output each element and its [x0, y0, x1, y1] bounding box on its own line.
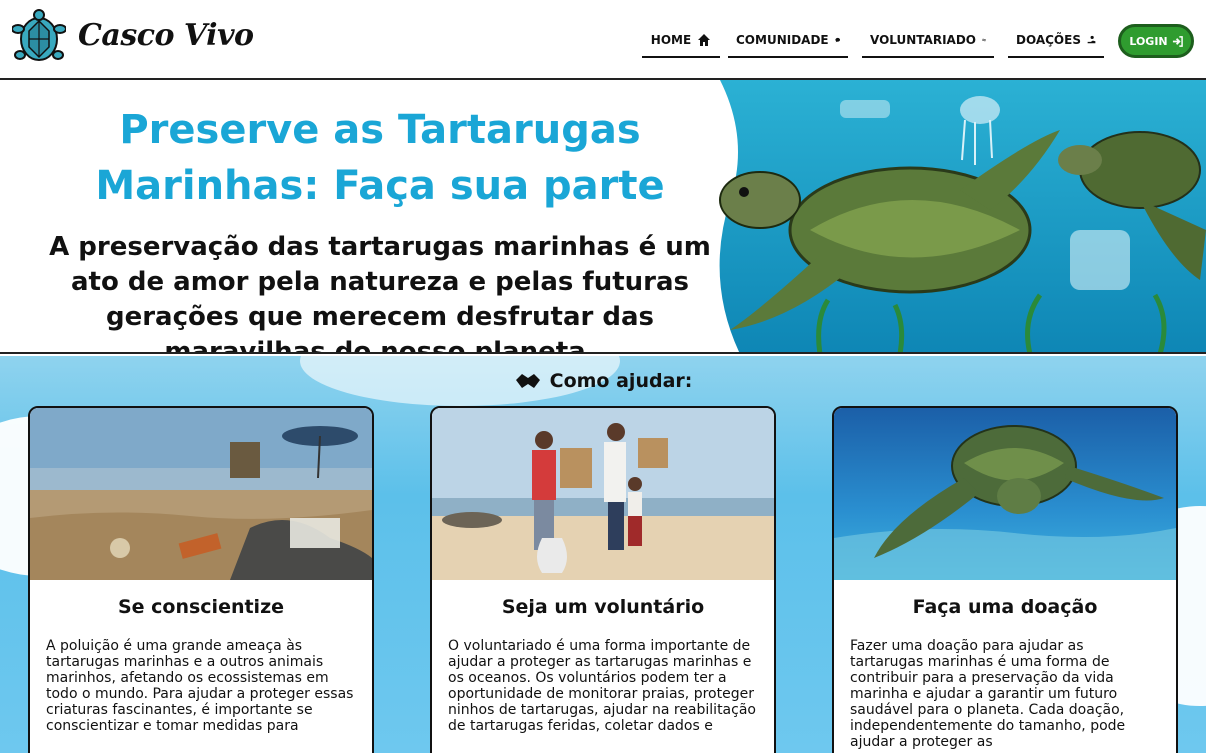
- nav-home-link[interactable]: HOME: [642, 24, 720, 58]
- nav-doacoes-label: DOAÇÕES: [1016, 33, 1081, 47]
- login-button[interactable]: LOGIN: [1118, 24, 1194, 58]
- brand-name[interactable]: Casco Vivo: [78, 18, 254, 53]
- turtle-logo-icon[interactable]: [12, 9, 66, 69]
- card-text: Fazer uma doação para ajudar as tartarug…: [850, 638, 1126, 750]
- volunteers-beach-photo: [432, 408, 774, 580]
- sea-turtle-underwater-photo: [834, 408, 1176, 580]
- card-text: A poluição é uma grande ameaça às tartar…: [46, 638, 354, 734]
- handshake-icon: [515, 374, 540, 388]
- login-label: LOGIN: [1129, 34, 1168, 48]
- donation-hand-icon: [1087, 35, 1096, 44]
- help-card-donation[interactable]: Faça uma doação Fazer uma doação para aj…: [832, 406, 1178, 753]
- card-text: O voluntariado é uma forma importante de…: [448, 638, 756, 734]
- hero-description: A preservação das tartarugas marinhas é …: [49, 232, 711, 354]
- card-title: Seja um voluntário: [501, 596, 705, 618]
- home-icon: [698, 34, 711, 46]
- how-to-help-title: Como ajudar:: [549, 370, 693, 392]
- help-card-awareness[interactable]: Se conscientize A poluição é uma grande …: [28, 406, 374, 753]
- polluted-beach-photo: [30, 408, 372, 580]
- nav-home-label: HOME: [650, 33, 692, 47]
- nav-voluntariado-label: VOLUNTARIADO: [870, 33, 976, 47]
- chat-bubble-icon: [834, 37, 840, 43]
- nav-comunidade-label: COMUNIDADE: [736, 33, 829, 47]
- how-to-help-heading: Como ajudar:: [0, 370, 1206, 392]
- card-title: Se conscientize: [117, 596, 285, 618]
- nav-doacoes-link[interactable]: DOAÇÕES: [1008, 24, 1104, 58]
- nav-comunidade-link[interactable]: COMUNIDADE: [728, 24, 848, 58]
- nav-voluntariado-link[interactable]: VOLUNTARIADO: [862, 24, 994, 58]
- hero-title: Preserve as Tartarugas Marinhas: Faça su…: [95, 107, 665, 209]
- site-header: Casco Vivo HOME COMUNIDADE VOLUNTARIADO …: [0, 0, 1206, 80]
- card-title: Faça uma doação: [912, 596, 1098, 618]
- sign-in-icon: [1172, 35, 1183, 47]
- help-card-volunteer[interactable]: Seja um voluntário O voluntariado é uma …: [430, 406, 776, 753]
- wave-icon: [982, 38, 986, 42]
- sea-turtles-hero-image: [719, 80, 1206, 352]
- how-to-help-section: Como ajudar: Se conscientize A poluição …: [0, 356, 1206, 753]
- hero-banner: Preserve as Tartarugas Marinhas: Faça su…: [0, 80, 1206, 354]
